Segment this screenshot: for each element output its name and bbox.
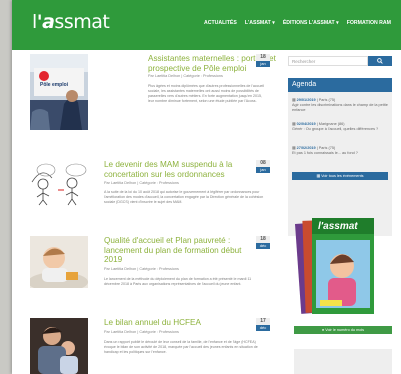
event-date: 27/02/2019 (296, 146, 316, 150)
magazine-issue-label: Voir le numéro du mois (325, 328, 365, 332)
child-photo (30, 236, 88, 288)
pole-emploi-logo-icon (39, 71, 49, 81)
article-meta: Par Laetitia Delhon | Catégorie : Profes… (104, 181, 179, 185)
date-day: 18 (256, 54, 270, 61)
date-month: déc (256, 325, 270, 331)
article-meta: Par Laetitia Delhon | Catégorie : Profes… (104, 330, 179, 334)
magazine-covers[interactable]: l'assmat (290, 216, 390, 320)
nav-item-actualites[interactable]: ACTUALITÉS (204, 20, 237, 26)
article-date-badge: 18 jan (256, 54, 270, 67)
article-title[interactable]: Le devenir des MAM suspendu à la concert… (104, 160, 254, 179)
agenda-event[interactable]: ▦ 02/04/2019 | Marignane (86) Génér : Ou… (292, 122, 388, 132)
agenda-event[interactable]: ▦ 27/02/2019 | Paris (75) Et pas 1 fois … (292, 146, 388, 156)
pole-emploi-sign: Pôle emploi (40, 82, 69, 88)
date-day: 08 (256, 160, 270, 167)
nav-item-lassmat[interactable]: L'ASSMAT ▾ (245, 20, 275, 26)
article-excerpt: Dans un rapport publié le déroulé de leu… (104, 340, 258, 354)
all-events-button[interactable]: ▦ Voir tous les événements (292, 172, 388, 180)
event-title: Agir contre les discriminations dans le … (292, 103, 388, 112)
event-title: Génér : Ou groupe à l'accueil, quelles d… (292, 127, 379, 131)
all-events-label: Voir tous les événements (321, 174, 364, 178)
event-date: 29/01/2019 (296, 98, 316, 102)
article-thumbnail[interactable] (30, 236, 88, 288)
nav-item-formation-ram[interactable]: FORMATION RAM (347, 20, 391, 26)
magazine-brand: l'assmat (318, 221, 358, 232)
article-thumbnail[interactable] (30, 318, 88, 374)
event-place: | Paris (75) (316, 146, 336, 150)
article-thumbnail[interactable]: Pôle emploi (30, 54, 88, 130)
site-logo[interactable]: l'assmat (32, 11, 110, 33)
date-month: jan (256, 167, 270, 173)
search-icon (377, 58, 383, 64)
article-item: Qualité d'accueil et Plan pauvreté : lan… (30, 236, 280, 302)
main-nav: ACTUALITÉS L'ASSMAT ▾ ÉDITIONS L'ASSMAT … (204, 20, 391, 26)
pole-emploi-photo (30, 54, 88, 130)
search-input[interactable]: Rechercher (288, 56, 368, 66)
date-day: 17 (256, 318, 270, 325)
logo-accent: 'a (36, 11, 55, 33)
date-month: jan (256, 61, 270, 67)
date-day: 18 (256, 236, 270, 243)
event-date: 02/04/2019 (296, 122, 316, 126)
article-title[interactable]: Qualité d'accueil et Plan pauvreté : lan… (104, 236, 259, 265)
article-meta: Par Laetitia Delhon | Catégorie : Profes… (104, 267, 179, 271)
family-photo (30, 318, 88, 374)
article-item: Le devenir des MAM suspendu à la concert… (30, 160, 280, 226)
site-header: l'assmat ACTUALITÉS L'ASSMAT ▾ ÉDITIONS … (12, 0, 401, 50)
search-button[interactable] (368, 56, 392, 66)
agenda-panel: Agenda ▦ 29/01/2019 | Paris (75) Agir co… (288, 78, 392, 236)
web-page: l'assmat ACTUALITÉS L'ASSMAT ▾ ÉDITIONS … (12, 0, 401, 374)
article-item: Pôle emploi Assistantes maternelles : po… (30, 54, 280, 134)
children-drawing (31, 163, 87, 206)
article-excerpt: Le lancement de la méthode du déploiemen… (104, 277, 252, 286)
sidebar-widget-placeholder (294, 349, 392, 374)
article-title[interactable]: Le bilan annuel du HCFEA (104, 318, 254, 328)
date-month: déc (256, 243, 270, 249)
article-date-badge: 08 jan (256, 160, 270, 173)
nav-item-editions[interactable]: ÉDITIONS L'ASSMAT ▾ (283, 20, 339, 26)
event-title: Et pas 1 fois connaissais le... au fond … (292, 151, 358, 155)
article-excerpt: A la suite de la loi du 10 août 2018 qui… (104, 190, 264, 204)
agenda-title: Agenda (288, 78, 392, 92)
article-date-badge: 18 déc (256, 236, 270, 249)
article-excerpt: Plus âgées et moins diplômées que d'autr… (148, 84, 265, 103)
article-thumbnail[interactable] (30, 160, 92, 206)
article-meta: Par Laetitia Delhon | Catégorie : Profes… (148, 74, 223, 78)
logo-rest: ssmat (54, 11, 110, 33)
magazine-issue-button[interactable]: ● Voir le numéro du mois (294, 326, 392, 334)
agenda-event[interactable]: ▦ 29/01/2019 | Paris (75) Agir contre le… (292, 98, 388, 113)
article-date-badge: 17 déc (256, 318, 270, 331)
event-place: | Marignane (86) (316, 122, 345, 126)
event-place: | Paris (75) (316, 98, 336, 102)
article-item: Le bilan annuel du HCFEA Par Laetitia De… (30, 318, 280, 374)
